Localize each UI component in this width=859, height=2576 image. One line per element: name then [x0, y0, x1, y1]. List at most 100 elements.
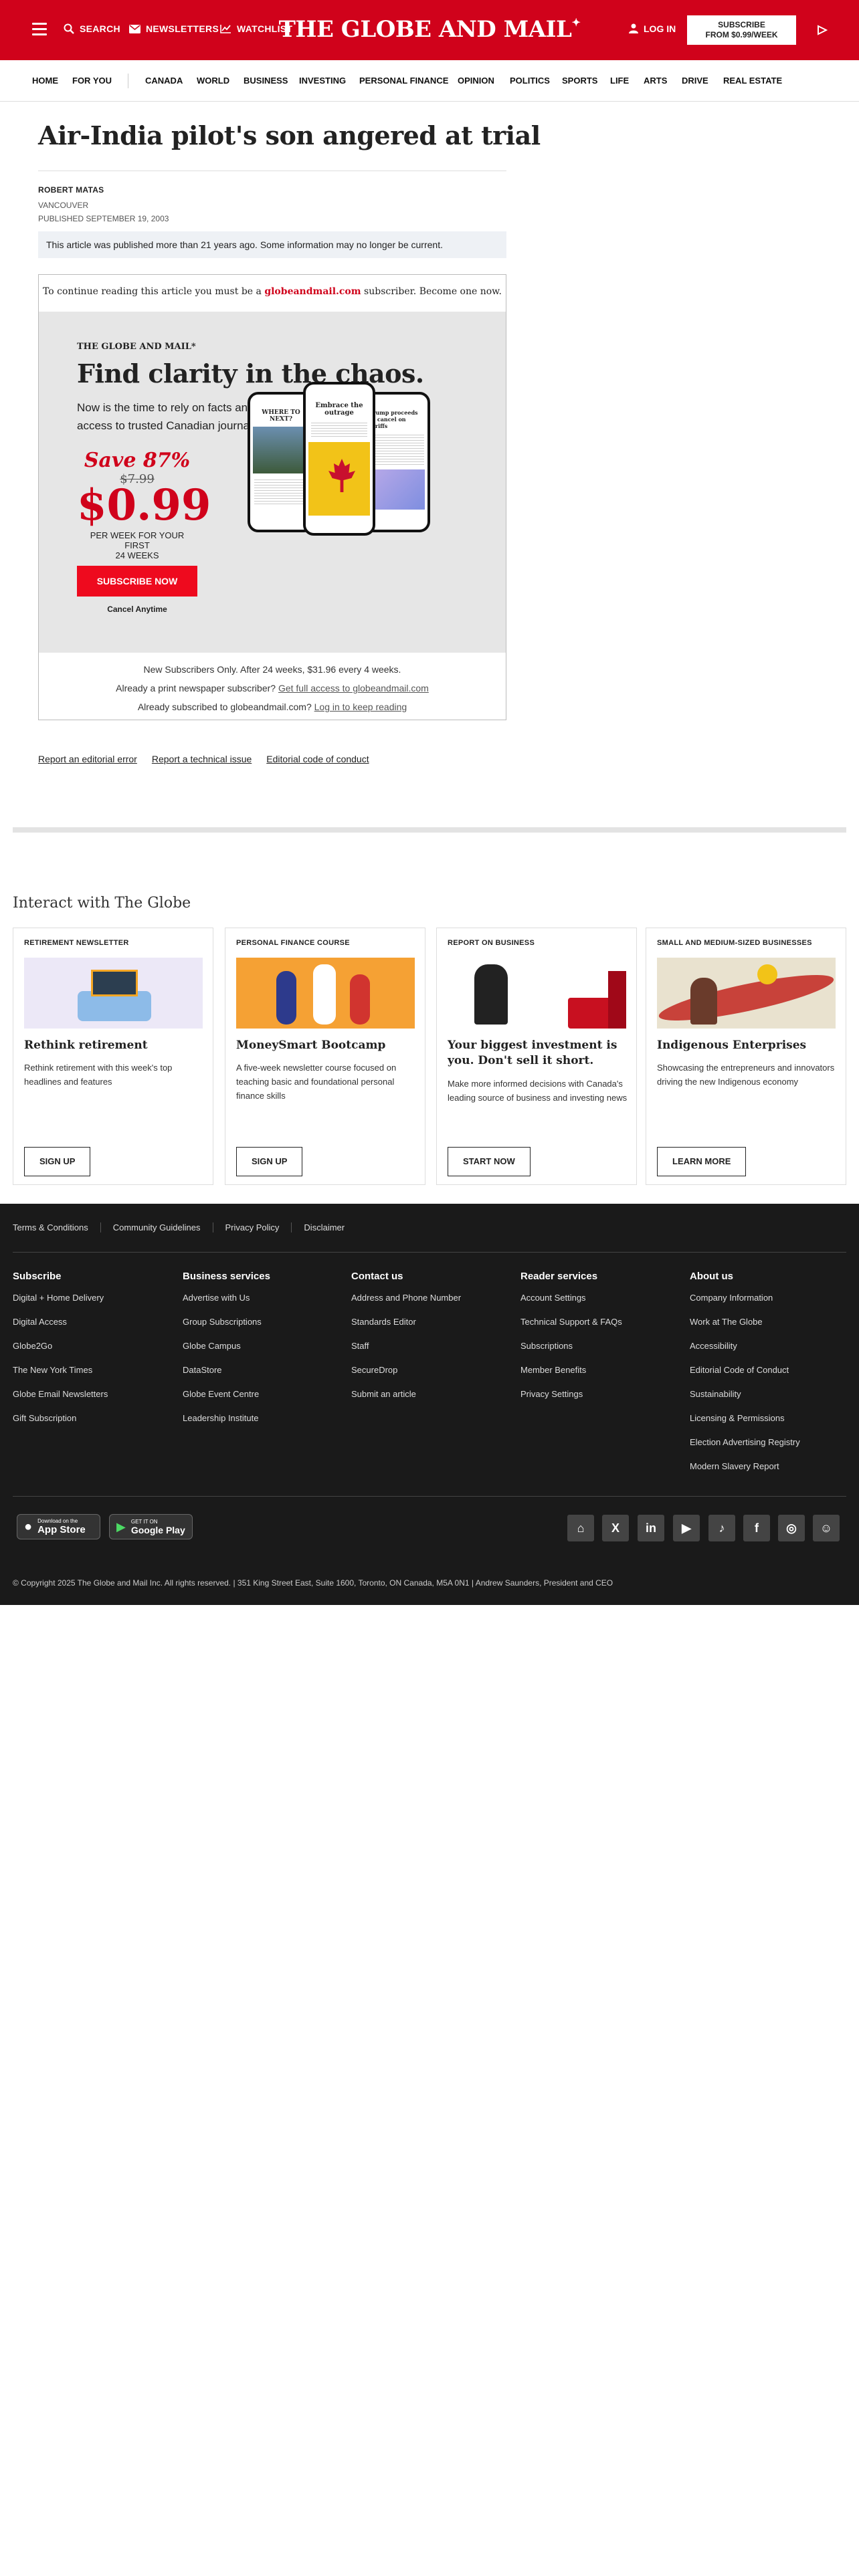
footer-link[interactable]: Leadership Institute: [183, 1413, 270, 1437]
nav-life[interactable]: LIFE: [610, 76, 629, 86]
card-description: A five-week newsletter course focused on…: [236, 1063, 397, 1101]
nav-sports[interactable]: SPORTS: [562, 76, 597, 86]
nav-world[interactable]: WORLD: [197, 76, 229, 86]
subscribe-now-button[interactable]: SUBSCRIBE NOW: [77, 566, 197, 597]
card-eyebrow: SMALL AND MEDIUM-SIZED BUSINESSES: [657, 939, 812, 947]
sign-up-button[interactable]: SIGN UP: [24, 1147, 91, 1176]
community-guidelines-link[interactable]: Community Guidelines: [100, 1222, 213, 1232]
subscribe-header-button[interactable]: SUBSCRIBE FROM $0.99/WEEK: [687, 15, 796, 45]
login-keep-reading-link[interactable]: Log in to keep reading: [314, 702, 407, 712]
footer-divider: [13, 1496, 846, 1497]
footer-link[interactable]: Subscriptions: [520, 1341, 622, 1365]
facebook-icon[interactable]: f: [743, 1515, 770, 1541]
footer-link[interactable]: Editorial Code of Conduct: [690, 1365, 800, 1389]
nav-politics[interactable]: POLITICS: [510, 76, 550, 86]
login-line: Already subscribed to globeandmail.com? …: [39, 702, 506, 712]
footer-link[interactable]: Address and Phone Number: [351, 1293, 461, 1317]
paywall-site-link[interactable]: globeandmail.com: [264, 286, 361, 297]
footer-link[interactable]: SecureDrop: [351, 1365, 461, 1389]
disclaimer-link[interactable]: Disclaimer: [291, 1222, 357, 1232]
youtube-icon[interactable]: ▶: [673, 1515, 700, 1541]
footer-link[interactable]: Election Advertising Registry: [690, 1437, 800, 1461]
footer-link[interactable]: Accessibility: [690, 1341, 800, 1365]
footer-link[interactable]: Sustainability: [690, 1389, 800, 1413]
author-byline[interactable]: ROBERT MATAS: [38, 185, 104, 195]
footer-link[interactable]: Globe2Go: [13, 1341, 108, 1365]
google-play-button[interactable]: ▶ GET IT ON Google Play: [109, 1514, 193, 1539]
footer-link[interactable]: Standards Editor: [351, 1317, 461, 1341]
nav-real-estate[interactable]: REAL ESTATE: [723, 76, 782, 86]
new-price: $0.99: [77, 480, 211, 530]
footer-link[interactable]: The New York Times: [13, 1365, 108, 1389]
footer-link[interactable]: Digital + Home Delivery: [13, 1293, 108, 1317]
google-play-icon: ▶: [116, 1519, 126, 1533]
footer-col-contact: Contact us Address and Phone Number Stan…: [351, 1271, 461, 1413]
price-terms-line1: PER WEEK FOR YOUR FIRST: [90, 530, 185, 550]
snapchat-icon[interactable]: ☺: [813, 1515, 840, 1541]
footer-link[interactable]: Group Subscriptions: [183, 1317, 270, 1341]
footer-col-heading: Contact us: [351, 1271, 403, 1282]
report-editorial-error-link[interactable]: Report an editorial error: [38, 754, 137, 764]
footer-link[interactable]: Globe Campus: [183, 1341, 270, 1365]
paywall-message-post: subscriber. Become one now.: [361, 286, 502, 297]
section-nav: HOME FOR YOU CANADA WORLD BUSINESS INVES…: [0, 60, 859, 102]
published-date: PUBLISHED SEPTEMBER 19, 2003: [38, 214, 169, 223]
app-store-button[interactable]: ● Download on the App Store: [17, 1514, 100, 1539]
nav-canada[interactable]: CANADA: [145, 76, 183, 86]
x-icon[interactable]: X: [602, 1515, 629, 1541]
card-eyebrow: RETIREMENT NEWSLETTER: [24, 939, 129, 947]
price-terms-line2: 24 WEEKS: [115, 550, 159, 560]
footer-link[interactable]: Submit an article: [351, 1389, 461, 1413]
nav-arts[interactable]: ARTS: [644, 76, 667, 86]
editorial-code-link[interactable]: Editorial code of conduct: [266, 754, 369, 764]
nav-investing[interactable]: INVESTING: [299, 76, 346, 86]
footer-link[interactable]: Globe Event Centre: [183, 1389, 270, 1413]
nav-business[interactable]: BUSINESS: [244, 76, 288, 86]
nav-drive[interactable]: DRIVE: [682, 76, 708, 86]
footer-link[interactable]: Advertise with Us: [183, 1293, 270, 1317]
nav-home[interactable]: HOME: [32, 76, 58, 86]
footer-col-subscribe: Subscribe Digital + Home Delivery Digita…: [13, 1271, 108, 1437]
footer-link[interactable]: DataStore: [183, 1365, 270, 1389]
instagram-icon[interactable]: ◎: [778, 1515, 805, 1541]
footer-link[interactable]: Staff: [351, 1341, 461, 1365]
phone-left-text: [254, 477, 308, 504]
tiktok-icon[interactable]: ♪: [708, 1515, 735, 1541]
archive-notice: This article was published more than 21 …: [38, 231, 506, 258]
nav-personal-finance[interactable]: PERSONAL FINANCE: [359, 76, 448, 86]
start-now-button[interactable]: START NOW: [448, 1147, 531, 1176]
footer-link[interactable]: Privacy Settings: [520, 1389, 622, 1413]
terms-link[interactable]: Terms & Conditions: [13, 1222, 100, 1232]
footer-link[interactable]: Company Information: [690, 1293, 800, 1317]
login-button[interactable]: LOG IN: [629, 23, 676, 34]
promo-card-indigenous: SMALL AND MEDIUM-SIZED BUSINESSES Indige…: [646, 928, 846, 1185]
phone-mockup-middle: Embrace the outrage: [303, 382, 375, 536]
phone-mid-headline: Embrace the outrage: [315, 402, 363, 417]
learn-more-button[interactable]: LEARN MORE: [657, 1147, 747, 1176]
nav-opinion[interactable]: OPINION: [458, 76, 494, 86]
play-audio-icon[interactable]: [817, 25, 828, 35]
linkedin-icon[interactable]: in: [638, 1515, 664, 1541]
footer-link[interactable]: Licensing & Permissions: [690, 1413, 800, 1437]
maple-leaf-icon: ✦: [571, 16, 581, 29]
gift-icon[interactable]: ⌂: [567, 1515, 594, 1541]
sign-up-button[interactable]: SIGN UP: [236, 1147, 303, 1176]
footer-link[interactable]: Modern Slavery Report: [690, 1461, 800, 1485]
login-label: LOG IN: [644, 23, 676, 34]
top-header: SEARCH NEWSLETTERS WATCHLIST THE GLOBE A…: [0, 0, 859, 60]
print-access-link[interactable]: Get full access to globeandmail.com: [278, 683, 429, 693]
phone-right-text: [369, 433, 424, 466]
footer-col-heading: Reader services: [520, 1271, 598, 1282]
footer-link[interactable]: Technical Support & FAQs: [520, 1317, 622, 1341]
footer-link[interactable]: Work at The Globe: [690, 1317, 800, 1341]
footer-link[interactable]: Digital Access: [13, 1317, 108, 1341]
footer-link[interactable]: Gift Subscription: [13, 1413, 108, 1437]
report-technical-issue-link[interactable]: Report a technical issue: [152, 754, 252, 764]
footer-link[interactable]: Member Benefits: [520, 1365, 622, 1389]
promo-card-business: REPORT ON BUSINESS Your biggest investme…: [436, 928, 637, 1185]
nav-for-you[interactable]: FOR YOU: [72, 76, 112, 86]
subscription-offer: THE GLOBE AND MAIL* Find clarity in the …: [39, 312, 506, 653]
footer-link[interactable]: Globe Email Newsletters: [13, 1389, 108, 1413]
footer-link[interactable]: Account Settings: [520, 1293, 622, 1317]
privacy-policy-link[interactable]: Privacy Policy: [212, 1222, 292, 1232]
